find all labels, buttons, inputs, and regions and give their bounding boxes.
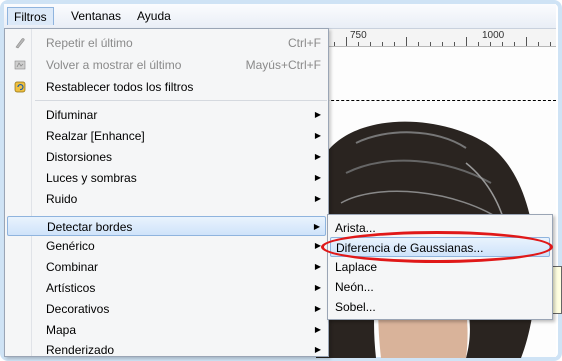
menu-item-decorativos[interactable]: Decorativos ▶ [7, 299, 326, 319]
selection-marquee [316, 100, 556, 101]
repeat-icon [15, 38, 25, 49]
menu-item-distorsiones[interactable]: Distorsiones ▶ [7, 147, 326, 167]
menubar: Filtros Ventanas Ayuda [4, 4, 556, 29]
submenu-arrow-icon: ▶ [314, 283, 321, 292]
submenu-item-neon[interactable]: Neón... [330, 277, 550, 297]
submenu-arrow-icon: ▶ [314, 194, 321, 203]
submenu-arrow-icon: ▶ [314, 110, 321, 119]
ruler-tick [502, 42, 503, 46]
submenu-arrow-icon: ▶ [314, 345, 321, 354]
ruler-label-1000: 1000 [482, 30, 505, 41]
menu-item-generico[interactable]: Genérico ▶ [7, 236, 326, 256]
submenu-arrow-icon: ▶ [314, 173, 321, 182]
menu-item-reset-filters[interactable]: Restablecer todos los filtros [7, 77, 326, 97]
ruler-tick [442, 42, 443, 46]
submenu-arrow-icon: ▶ [314, 304, 321, 313]
ruler-tick [454, 42, 455, 46]
menu-item-realzar[interactable]: Realzar [Enhance] ▶ [7, 126, 326, 146]
ruler-tick [526, 37, 527, 46]
submenu-arrow-icon: ▶ [314, 262, 321, 271]
menu-separator [35, 100, 327, 101]
reshow-icon [14, 60, 26, 70]
menu-ayuda[interactable]: Ayuda [131, 7, 177, 25]
menu-item-mapa[interactable]: Mapa ▶ [7, 320, 326, 340]
ruler-tick [550, 42, 551, 46]
ruler-tick [406, 37, 407, 46]
submenu-arrow-icon: ▶ [314, 152, 321, 161]
ruler-tick [466, 37, 467, 46]
submenu-item-sobel[interactable]: Sobel... [330, 297, 550, 317]
submenu-arrow-icon: ▶ [314, 131, 321, 140]
annotation-ellipse [321, 231, 553, 263]
ruler-label-750: 750 [350, 30, 367, 41]
ruler-tick [490, 42, 491, 46]
ruler-tick [430, 42, 431, 46]
ruler-tick [418, 42, 419, 46]
ruler-tick [358, 42, 359, 46]
menu-item-combinar[interactable]: Combinar ▶ [7, 257, 326, 277]
ruler-tick [538, 42, 539, 46]
submenu-arrow-icon: ▶ [314, 325, 321, 334]
menu-filtros[interactable]: Filtros [7, 7, 54, 25]
ruler-tick [382, 42, 383, 46]
filters-dropdown-menu: Repetir el último Ctrl+F Volver a mostra… [4, 28, 329, 357]
menu-item-luces-sombras[interactable]: Luces y sombras ▶ [7, 168, 326, 188]
submenu-arrow-icon: ▶ [313, 222, 320, 231]
reset-filters-icon [14, 81, 26, 93]
menu-item-artisticos[interactable]: Artísticos ▶ [7, 278, 326, 298]
menu-item-repeat-last[interactable]: Repetir el último Ctrl+F [7, 33, 326, 53]
menu-item-difuminar[interactable]: Difuminar ▶ [7, 105, 326, 125]
menu-item-renderizado[interactable]: Renderizado ▶ [7, 340, 326, 356]
ruler-tick [334, 42, 335, 46]
ruler-tick [370, 42, 371, 46]
ruler-tick [394, 42, 395, 46]
edge-detect-submenu: Arista... Diferencia de Gaussianas... La… [327, 214, 553, 320]
ruler-tick [514, 42, 515, 46]
menu-item-detectar-bordes[interactable]: Detectar bordes ▶ [7, 216, 326, 236]
menu-item-ruido[interactable]: Ruido ▶ [7, 189, 326, 209]
menu-item-reshow-last[interactable]: Volver a mostrar el último Mayús+Ctrl+F [7, 55, 326, 75]
ruler-tick [346, 37, 347, 46]
menu-ventanas[interactable]: Ventanas [65, 7, 127, 25]
ruler-tick [478, 42, 479, 46]
